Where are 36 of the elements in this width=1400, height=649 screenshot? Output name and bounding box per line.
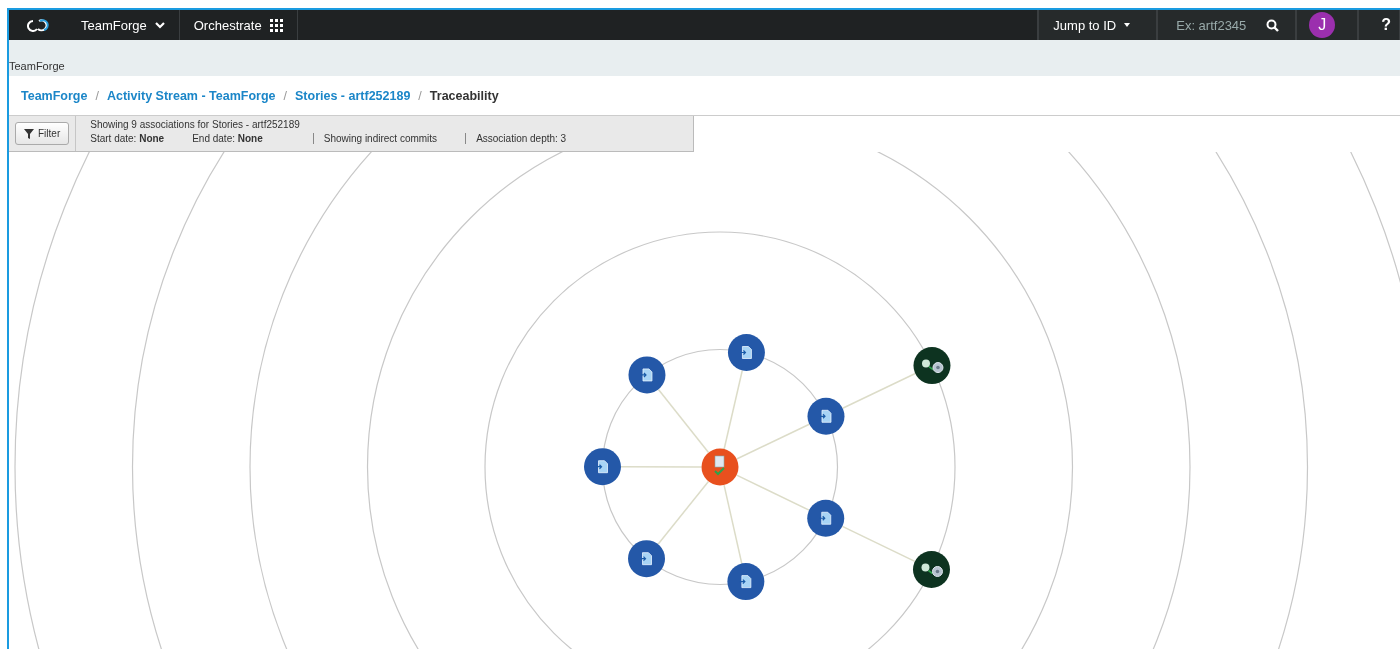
associations-summary: Showing 9 associations for Stories - artf252189 xyxy=(90,119,301,130)
grid-icon xyxy=(269,18,283,32)
commit-node[interactable] xyxy=(912,551,950,588)
caret-icon xyxy=(1124,23,1131,27)
artifact-node[interactable] xyxy=(727,563,765,601)
artifact-node[interactable] xyxy=(807,499,845,537)
breadcrumb-separator: / xyxy=(95,88,99,103)
search-input[interactable]: Ex: artf2345 xyxy=(1174,16,1259,34)
association-depth: Association depth: 3 xyxy=(476,133,567,144)
start-date: Start date: None xyxy=(90,133,165,144)
association-line xyxy=(657,480,710,545)
help-button[interactable]: ? xyxy=(1358,10,1400,40)
search-icon[interactable] xyxy=(1266,18,1280,32)
filter-button[interactable]: Filter xyxy=(15,122,70,145)
artifact-node[interactable] xyxy=(628,540,665,578)
project-name: TeamForge xyxy=(9,60,65,72)
indirect-commits-note: Showing indirect commits xyxy=(323,133,438,144)
filter-icon xyxy=(24,128,34,139)
breadcrumb-separator: / xyxy=(283,88,287,103)
breadcrumb-current: Traceability xyxy=(429,88,499,103)
breadcrumb-link[interactable]: Stories - artf252189 xyxy=(295,88,411,103)
chevron-down-icon xyxy=(154,21,165,29)
artifact-node[interactable] xyxy=(584,448,621,486)
commit-node[interactable] xyxy=(913,347,951,385)
breadcrumb-link[interactable]: Activity Stream - TeamForge xyxy=(106,88,276,103)
user-avatar[interactable]: J xyxy=(1309,12,1336,38)
artifact-node[interactable] xyxy=(727,334,765,371)
story-node[interactable] xyxy=(701,448,739,486)
breadcrumb-separator: / xyxy=(418,88,422,103)
end-date: End date: None xyxy=(192,133,263,144)
artifact-node[interactable] xyxy=(807,397,845,435)
association-line xyxy=(657,388,710,454)
jump-to-id-menu[interactable]: Jump to ID xyxy=(1038,10,1158,40)
search-field[interactable]: Ex: artf2345 xyxy=(1157,10,1297,40)
artifact-node[interactable] xyxy=(628,356,666,394)
breadcrumb-link[interactable]: TeamForge xyxy=(21,88,88,103)
